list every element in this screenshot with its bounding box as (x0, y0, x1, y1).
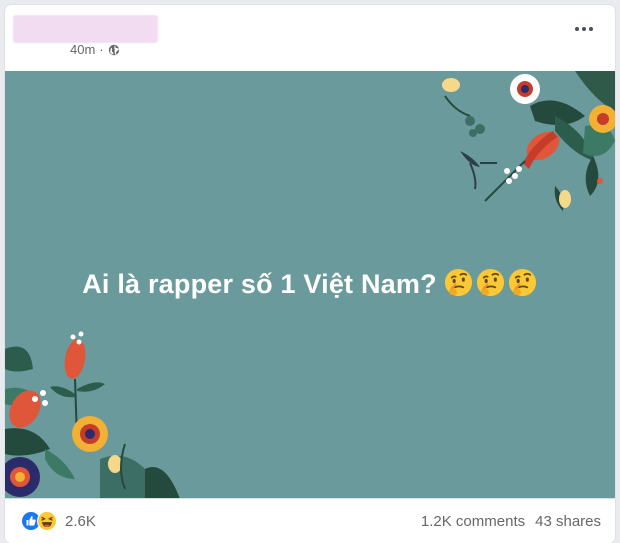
post-footer: 2.6K 1.2K comments 43 shares (5, 498, 615, 543)
author-name-redacted (13, 15, 158, 43)
dot (575, 27, 579, 31)
more-options-button[interactable] (575, 27, 593, 31)
dot-separator: · (99, 42, 104, 57)
emoji-group (443, 267, 538, 298)
post-background: Ai là rapper số 1 Việt Nam? (5, 71, 615, 498)
floral-decoration-bottom-left (5, 331, 180, 498)
comments-count[interactable]: 1.2K comments (421, 513, 525, 530)
dot (582, 27, 586, 31)
shares-count[interactable]: 43 shares (535, 513, 601, 530)
post-text-content: Ai là rapper số 1 Việt Nam? (82, 269, 437, 299)
globe-icon (108, 44, 119, 55)
floral-decoration-top-right (442, 71, 615, 211)
thinking-face-icon (444, 269, 472, 297)
thinking-face-icon (476, 269, 504, 297)
post-timestamp[interactable]: 40m (70, 42, 95, 57)
haha-icon (37, 511, 57, 531)
thinking-face-icon (508, 269, 536, 297)
post-header: 40m · (5, 5, 615, 71)
post-text: Ai là rapper số 1 Việt Nam? (5, 269, 615, 301)
post-meta: 40m · (70, 42, 120, 57)
dot (589, 27, 593, 31)
engagement-stats: 1.2K comments 43 shares (421, 513, 601, 530)
post-card: 40m · Ai là rapper số 1 Việt Nam? 2.6K 1… (5, 5, 615, 543)
reaction-count[interactable]: 2.6K (65, 513, 96, 530)
reactions-summary[interactable]: 2.6K (21, 511, 96, 531)
